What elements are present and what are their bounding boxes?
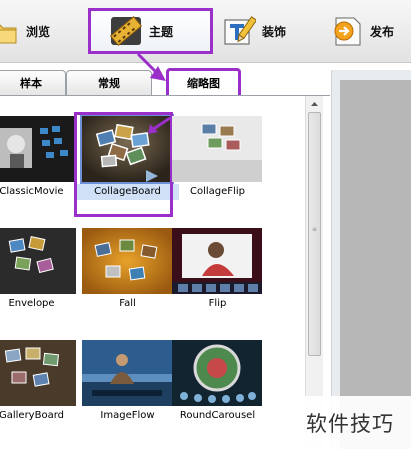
theme-thumbnail [172, 116, 262, 182]
theme-thumbnail [82, 228, 172, 294]
preview-canvas [340, 80, 411, 449]
theme-thumbnail [0, 228, 76, 294]
toolbar-label: 装饰 [262, 24, 287, 39]
toolbar-publish-button[interactable]: 发布 [330, 8, 411, 54]
theme-thumbnail [172, 228, 262, 294]
theme-item[interactable]: Fall [80, 208, 175, 318]
theme-item[interactable]: Flip [170, 208, 265, 318]
theme-thumbnail [0, 116, 76, 182]
toolbar-label: 浏览 [26, 24, 51, 39]
scrollbar-grip-icon: ≡ [312, 226, 318, 233]
preview-pane [331, 70, 411, 449]
annotation-arrow [136, 52, 166, 81]
theme-item[interactable]: ClassicMovie [0, 96, 79, 206]
tab-samples[interactable]: 样本 [0, 70, 66, 95]
folder-icon [0, 14, 20, 48]
theme-thumbnail [82, 340, 172, 406]
theme-item[interactable]: RoundCarousel [170, 320, 265, 430]
annotation-arrow [148, 116, 171, 134]
theme-thumbnail [0, 340, 76, 406]
film-strip-icon [109, 14, 143, 48]
scroll-up-arrow-icon[interactable] [308, 98, 321, 111]
theme-name: ClassicMovie [0, 186, 64, 197]
main-toolbar: 浏览 主题 装饰 发布 [0, 0, 411, 63]
theme-item[interactable]: ImageFlow [80, 320, 175, 430]
toolbar-browse-button[interactable]: 浏览 [0, 8, 76, 54]
tab-label: 样本 [20, 77, 42, 90]
theme-name: ImageFlow [100, 410, 155, 421]
scrollbar-thumb[interactable]: ≡ [308, 112, 321, 356]
theme-name: Fall [119, 298, 136, 309]
theme-grid: ClassicMovie CollageBoard CollageFlip En… [0, 96, 306, 449]
theme-thumbnail [172, 340, 262, 406]
toolbar-decorate-button[interactable]: 装饰 [222, 8, 302, 54]
toolbar-label: 发布 [370, 24, 395, 39]
pencil-paper-icon [222, 14, 258, 48]
watermark: 软件技巧 [289, 396, 411, 449]
theme-item[interactable]: GalleryBoard [0, 320, 79, 430]
theme-name: RoundCarousel [179, 410, 256, 421]
toolbar-label: 主题 [149, 24, 174, 39]
tab-label: 常规 [98, 77, 120, 90]
theme-item[interactable]: Envelope [0, 208, 79, 318]
publish-arrow-icon [330, 14, 364, 48]
toolbar-theme-button[interactable]: 主题 [88, 8, 213, 54]
theme-name: Envelope [8, 298, 55, 309]
theme-name: GalleryBoard [0, 410, 64, 421]
theme-name: CollageFlip [190, 186, 245, 197]
watermark-text: 软件技巧 [306, 411, 394, 436]
theme-item[interactable]: CollageFlip [170, 96, 265, 206]
theme-name: Flip [208, 298, 227, 309]
tab-label: 缩略图 [187, 77, 220, 90]
